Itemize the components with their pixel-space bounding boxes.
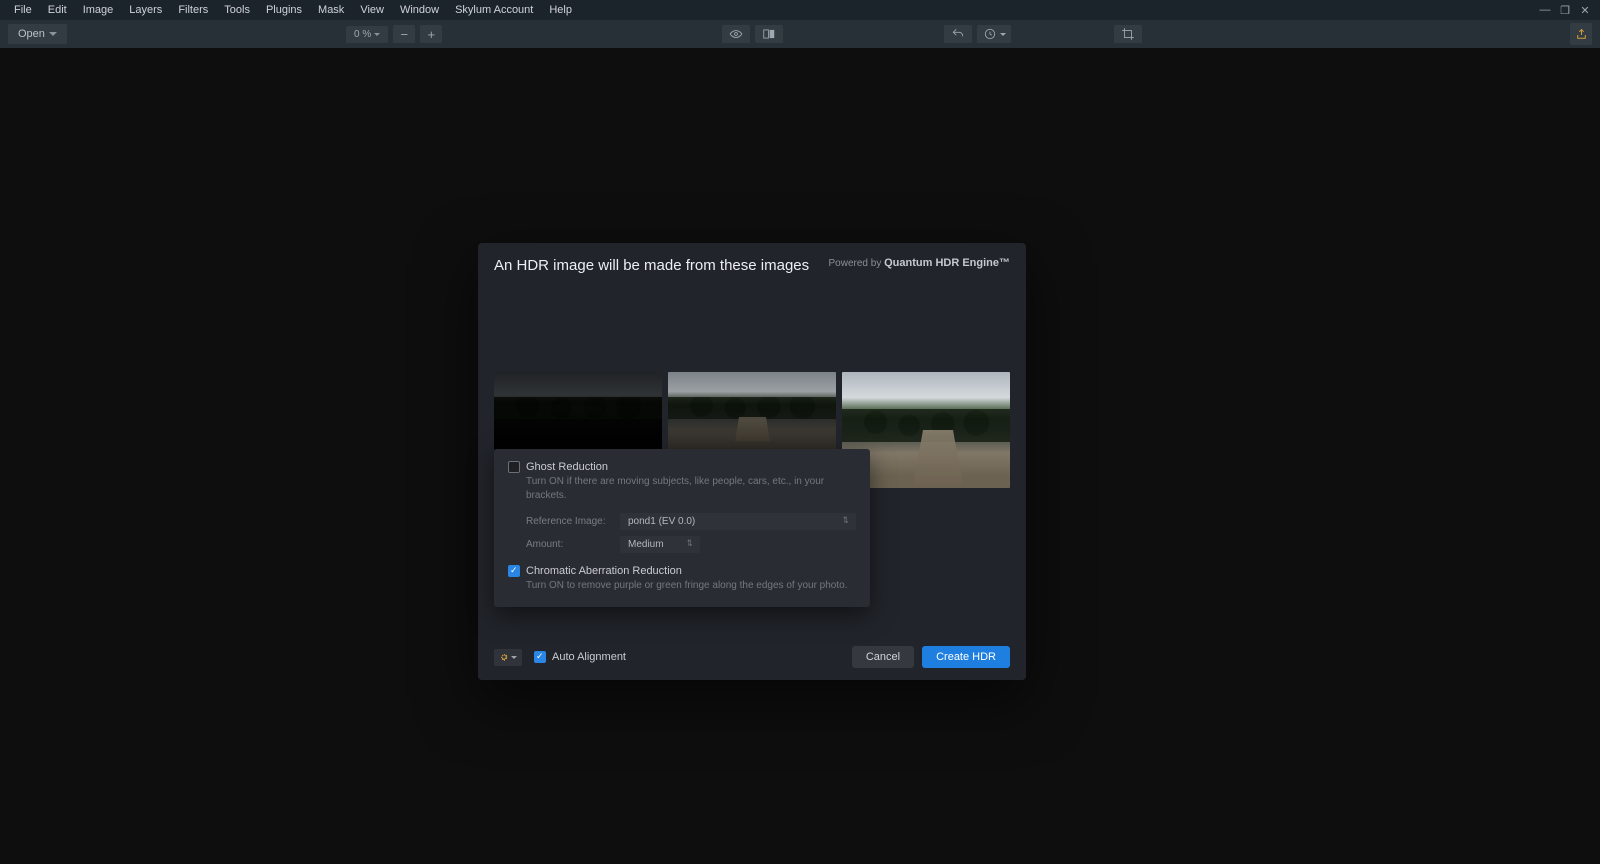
compare-button[interactable] bbox=[755, 25, 783, 43]
menubar: FileEditImageLayersFiltersToolsPluginsMa… bbox=[0, 0, 1600, 20]
settings-toggle[interactable] bbox=[494, 649, 522, 666]
chromatic-aberration-label: Chromatic Aberration Reduction bbox=[526, 565, 682, 577]
reference-image-select[interactable]: pond1 (EV 0.0) bbox=[620, 513, 856, 530]
zoom-in-button[interactable]: + bbox=[420, 25, 442, 43]
menu-filters[interactable]: Filters bbox=[170, 1, 216, 19]
chromatic-aberration-description: Turn ON to remove purple or green fringe… bbox=[526, 579, 856, 593]
dialog-footer: Auto Alignment Cancel Create HDR bbox=[478, 638, 1026, 680]
create-hdr-button[interactable]: Create HDR bbox=[922, 646, 1010, 668]
open-button[interactable]: Open bbox=[8, 24, 67, 44]
chevron-down-icon bbox=[1000, 33, 1006, 36]
zoom-out-button[interactable]: − bbox=[393, 25, 415, 43]
eye-icon bbox=[729, 27, 743, 41]
menu-file[interactable]: File bbox=[6, 1, 40, 19]
amount-select[interactable]: Medium bbox=[620, 536, 700, 553]
menu-tools[interactable]: Tools bbox=[216, 1, 258, 19]
zoom-dropdown[interactable]: 0 % bbox=[346, 26, 388, 43]
chromatic-aberration-checkbox[interactable] bbox=[508, 565, 520, 577]
ghost-reduction-checkbox[interactable] bbox=[508, 461, 520, 473]
preview-button[interactable] bbox=[722, 25, 750, 43]
crop-icon bbox=[1121, 27, 1135, 41]
compare-icon bbox=[762, 27, 776, 41]
share-icon bbox=[1575, 28, 1588, 41]
menu-plugins[interactable]: Plugins bbox=[258, 1, 310, 19]
gear-icon bbox=[499, 652, 509, 662]
menu-skylum-account[interactable]: Skylum Account bbox=[447, 1, 541, 19]
auto-alignment-checkbox[interactable] bbox=[534, 651, 546, 663]
zoom-value: 0 % bbox=[354, 29, 371, 40]
menu-image[interactable]: Image bbox=[75, 1, 122, 19]
close-icon[interactable]: ✕ bbox=[1578, 3, 1592, 17]
powered-by: Powered by Quantum HDR Engine™ bbox=[829, 257, 1010, 269]
menu-view[interactable]: View bbox=[352, 1, 392, 19]
menu-window[interactable]: Window bbox=[392, 1, 447, 19]
menu-edit[interactable]: Edit bbox=[40, 1, 75, 19]
bracket-thumbnail[interactable] bbox=[494, 372, 662, 450]
ghost-reduction-description: Turn ON if there are moving subjects, li… bbox=[526, 475, 856, 503]
menu-help[interactable]: Help bbox=[541, 1, 580, 19]
history-button[interactable] bbox=[977, 25, 1011, 43]
open-button-label: Open bbox=[18, 28, 45, 40]
undo-icon bbox=[951, 27, 965, 41]
history-icon bbox=[983, 27, 997, 41]
settings-popover: Ghost Reduction Turn ON if there are mov… bbox=[494, 449, 870, 607]
reference-image-label: Reference Image: bbox=[526, 516, 606, 527]
minimize-icon[interactable]: — bbox=[1538, 3, 1552, 17]
toolbar: Open 0 % − + bbox=[0, 20, 1600, 48]
bracket-thumbnail[interactable] bbox=[668, 372, 836, 450]
menu-layers[interactable]: Layers bbox=[121, 1, 170, 19]
auto-alignment-label: Auto Alignment bbox=[552, 651, 626, 663]
crop-button[interactable] bbox=[1114, 25, 1142, 43]
maximize-icon[interactable]: ❐ bbox=[1558, 3, 1572, 17]
ghost-reduction-label: Ghost Reduction bbox=[526, 461, 608, 473]
cancel-button[interactable]: Cancel bbox=[852, 646, 914, 668]
undo-button[interactable] bbox=[944, 25, 972, 43]
amount-label: Amount: bbox=[526, 539, 606, 550]
menu-mask[interactable]: Mask bbox=[310, 1, 352, 19]
share-button[interactable] bbox=[1570, 23, 1592, 45]
window-controls: — ❐ ✕ bbox=[1538, 3, 1594, 17]
dialog-title: An HDR image will be made from these ima… bbox=[494, 257, 809, 274]
